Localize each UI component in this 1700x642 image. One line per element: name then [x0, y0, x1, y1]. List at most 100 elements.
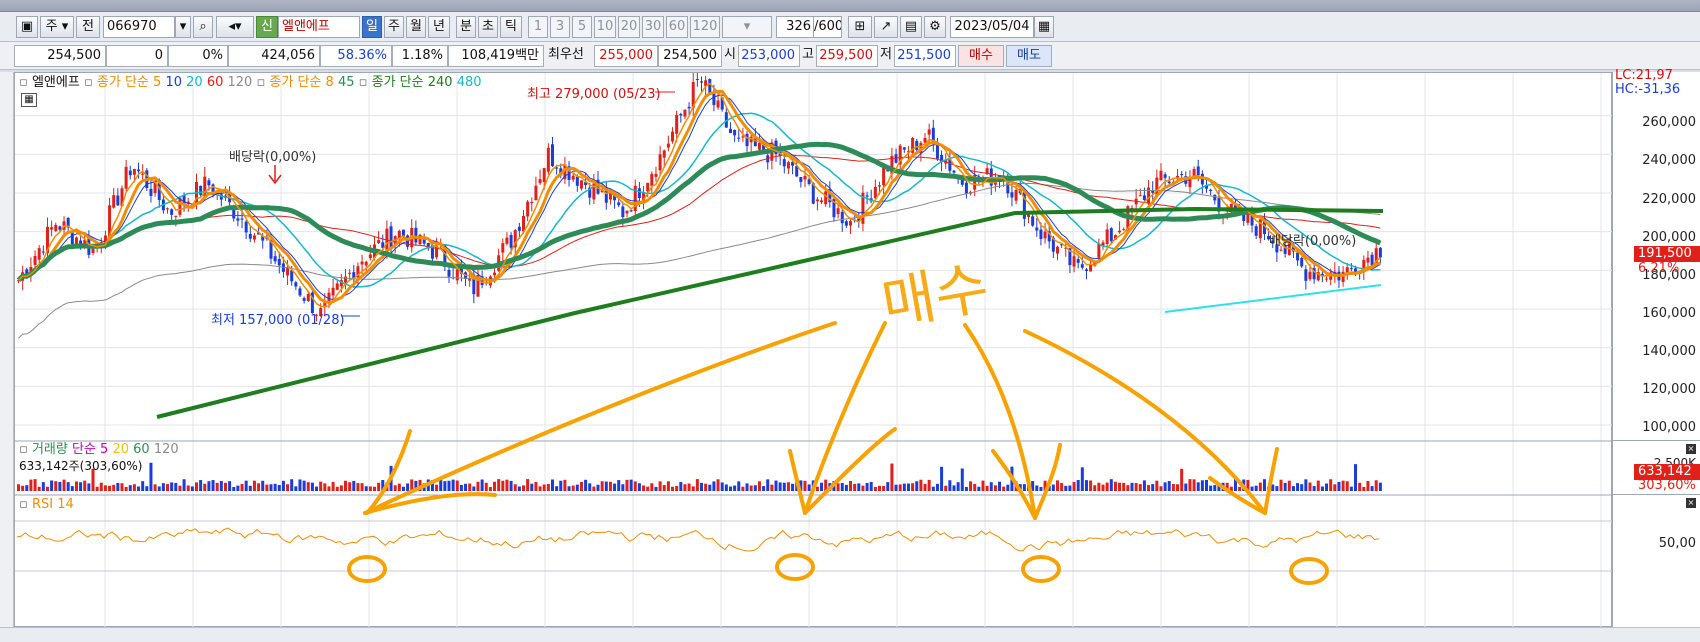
candle-body: [1349, 268, 1353, 270]
indicator-icon[interactable]: ⊞: [848, 16, 872, 38]
tab-tick[interactable]: 틱: [500, 16, 522, 38]
volume-bar: [182, 479, 186, 491]
volume-bar: [844, 484, 848, 491]
trend-icon[interactable]: ↗: [874, 16, 898, 38]
candle-body: [737, 137, 741, 139]
gear-icon[interactable]: ⚙: [924, 16, 946, 38]
volume-bar: [1362, 486, 1366, 491]
candle-body: [132, 168, 136, 175]
candle-body: [526, 201, 530, 217]
volume-bar: [550, 479, 554, 491]
candle-body: [335, 283, 339, 290]
sound-icon[interactable]: ◂▾: [216, 16, 254, 38]
volume-bar: [1258, 482, 1262, 491]
tab-minute[interactable]: 분: [456, 16, 476, 38]
interval-30[interactable]: 30: [642, 16, 664, 38]
candle-body: [799, 177, 803, 182]
interval-3[interactable]: 3: [550, 16, 570, 38]
rsi-close-icon[interactable]: ×: [1686, 498, 1696, 508]
volume-bar: [348, 482, 352, 491]
buy-button[interactable]: 매수: [958, 45, 1004, 67]
interval-custom-select[interactable]: ▾: [722, 16, 772, 38]
code-input[interactable]: 066970: [103, 16, 175, 38]
volume-bar: [931, 486, 935, 491]
search-icon[interactable]: ⌕: [193, 16, 213, 38]
interval-5[interactable]: 5: [572, 16, 592, 38]
price-tick-140000: 140,000: [1642, 344, 1696, 359]
volume-bar: [62, 479, 66, 491]
rsi-line: [16, 527, 1379, 552]
volume-bar: [526, 479, 530, 491]
candle-body: [579, 180, 583, 189]
calendar-icon[interactable]: ▦: [1034, 16, 1054, 38]
sell-button[interactable]: 매도: [1006, 45, 1052, 67]
tab-month[interactable]: 월: [406, 16, 426, 38]
volume-bar: [1109, 479, 1113, 491]
save-icon[interactable]: ▤: [900, 16, 922, 38]
tab-week[interactable]: 주: [384, 16, 404, 38]
volume-bar: [1039, 486, 1043, 491]
grid-toggle-icon[interactable]: ▦: [21, 93, 37, 107]
volume-bar: [617, 480, 621, 491]
candle-body: [741, 136, 745, 138]
interval-20[interactable]: 20: [618, 16, 640, 38]
candle-body: [290, 270, 294, 282]
candle-body: [244, 221, 248, 233]
volume-bar: [310, 482, 314, 491]
candle-body: [745, 133, 749, 147]
volume-close-icon[interactable]: ×: [1686, 444, 1696, 454]
volume-bar: [1378, 482, 1382, 491]
interval-1[interactable]: 1: [528, 16, 548, 38]
interval-10[interactable]: 10: [594, 16, 616, 38]
candle-body: [1279, 249, 1283, 251]
volume-bar: [757, 481, 761, 491]
tab-day[interactable]: 일: [362, 16, 382, 38]
code-dropdown-icon[interactable]: ▾: [175, 16, 191, 38]
candle-body: [935, 144, 939, 159]
volume-bar: [1275, 486, 1279, 491]
interval-120[interactable]: 120: [690, 16, 720, 38]
volume-axis-divider: [1613, 440, 1700, 441]
volume-bar: [563, 479, 567, 491]
candle-body: [37, 248, 41, 260]
prev-button[interactable]: 전: [76, 16, 100, 38]
legend-ma8: 8: [325, 75, 334, 90]
chart-plot-area[interactable]: ▫ 엘앤에프 ▫ 종가 단순 5 10 20 60 120 ▫ 종가 단순 8 …: [14, 72, 1613, 628]
count-input[interactable]: 326: [776, 16, 814, 38]
volume-bar: [406, 483, 410, 491]
volume-bar: [1064, 485, 1068, 491]
layout-icon[interactable]: ▣: [16, 16, 38, 38]
volume-bar: [700, 482, 703, 491]
volume-bar: [211, 480, 215, 491]
volume-bar: [1142, 480, 1146, 491]
tab-year[interactable]: 년: [428, 16, 450, 38]
volume-bar: [575, 484, 579, 491]
bottom-scrollbar[interactable]: [0, 627, 1700, 642]
low-label: 저: [880, 47, 892, 62]
volume-bar: [1337, 481, 1341, 491]
turnover-pct: 58.36%: [320, 45, 392, 67]
candle-body: [368, 254, 372, 259]
volume-bar: [753, 485, 757, 491]
volume-bar: [666, 481, 670, 491]
volume-bar: [447, 480, 451, 491]
volume-bar: [513, 484, 517, 491]
volume-bar: [199, 480, 203, 491]
candle-body: [550, 144, 554, 167]
legend-ma45: 45: [337, 75, 355, 90]
legend-ma10: 10: [165, 75, 182, 90]
volume-bar: [236, 485, 240, 491]
stock-name[interactable]: 엘앤에프: [278, 16, 360, 38]
tab-second[interactable]: 초: [478, 16, 498, 38]
rsi-tick: 50,00: [1658, 536, 1696, 551]
candle-body: [137, 169, 141, 172]
volume-bar: [1374, 480, 1378, 491]
volume-bar: [604, 481, 608, 491]
candle-body: [1378, 247, 1382, 258]
date-input[interactable]: 2023/05/04: [950, 16, 1034, 38]
candle-body: [534, 185, 538, 201]
candle-body: [625, 210, 629, 214]
period-select[interactable]: 주 ▾: [40, 16, 74, 38]
best-bid: 254,500: [658, 45, 722, 67]
interval-60[interactable]: 60: [666, 16, 688, 38]
